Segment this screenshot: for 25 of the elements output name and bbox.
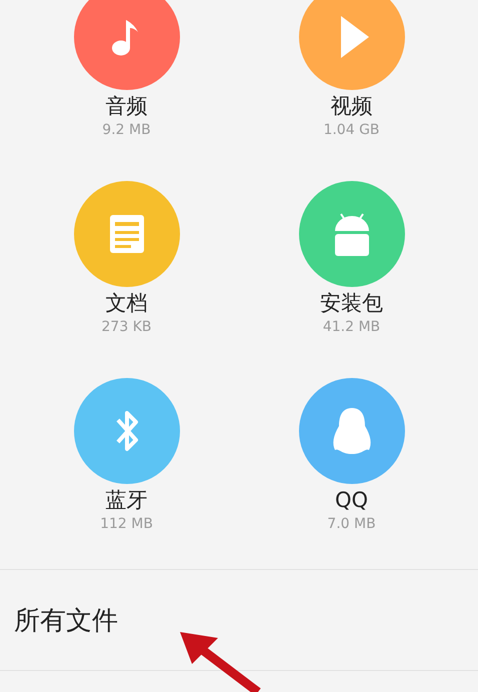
category-icon[interactable] [74,0,180,90]
category-size: 7.0 MB [327,515,376,534]
bluetooth-icon [116,411,138,451]
category-label: 视频 [330,93,372,120]
play-icon [340,16,368,58]
android-icon [334,213,368,256]
category-label: QQ [334,487,368,514]
category-icon[interactable] [298,378,404,484]
music-note-icon [112,20,138,56]
category-icon[interactable] [298,0,404,90]
category-label: 蓝牙 [106,487,148,514]
category-icon[interactable] [74,378,180,484]
all-files-item[interactable]: 所有文件 [14,602,118,638]
category-size: 9.2 MB [102,121,151,140]
category-icon[interactable] [74,181,180,287]
category-size: 41.2 MB [322,318,380,337]
document-icon [110,215,144,253]
penguin-icon [332,408,370,454]
category-size: 112 MB [100,515,153,534]
category-size: 1.04 GB [323,121,380,140]
category-label: 安装包 [320,290,383,317]
category-icon[interactable] [298,181,404,287]
category-label: 音频 [106,93,148,120]
category-label: 文档 [106,290,148,317]
category-size: 273 KB [102,318,152,337]
